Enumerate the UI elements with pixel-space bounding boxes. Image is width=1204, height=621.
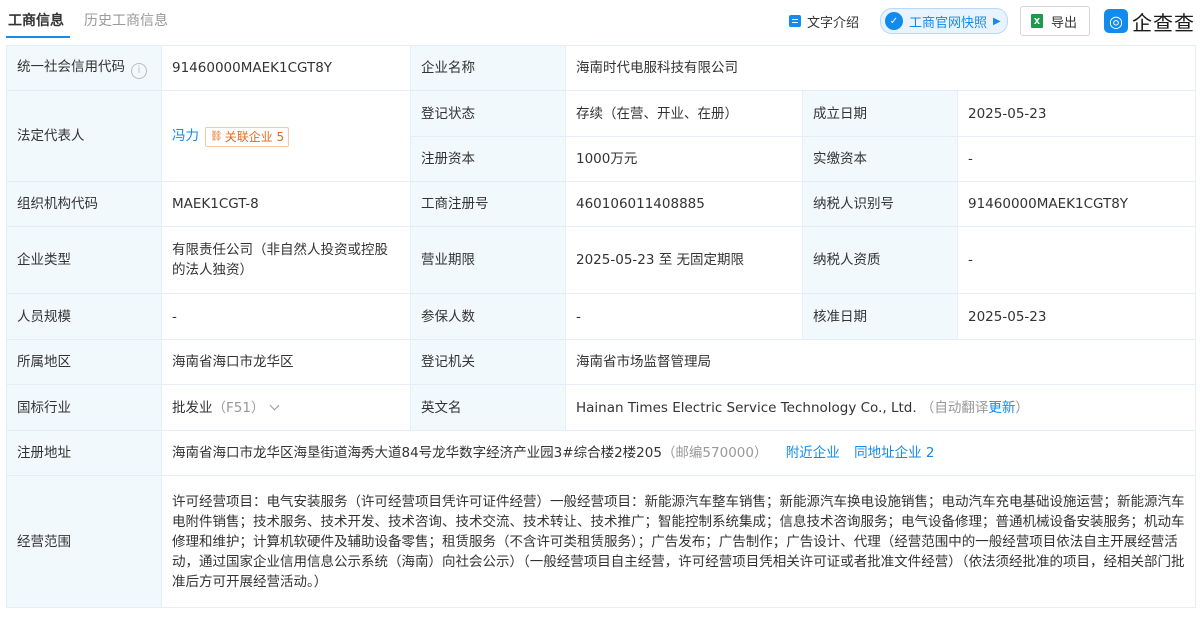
export-label: 导出 xyxy=(1051,15,1078,31)
taxpayer-qual-label: 纳税人资质 xyxy=(802,226,958,294)
approval-date-value: 2025-05-23 xyxy=(957,293,1196,340)
industry-value[interactable]: 批发业（F51） xyxy=(161,384,411,431)
company-name-value: 海南时代电服科技有限公司 xyxy=(565,45,1196,91)
snapshot-button[interactable]: ✓ 工商官网快照 ▶ xyxy=(880,6,1008,36)
qcc-logo[interactable]: ◎ 企查查 xyxy=(1104,6,1195,36)
tab-business-info[interactable]: 工商信息 xyxy=(8,12,64,30)
business-term-value: 2025-05-23 至 无固定期限 xyxy=(565,226,803,294)
tab-history-business-info[interactable]: 历史工商信息 xyxy=(84,12,168,30)
snapshot-label: 工商官网快照 xyxy=(909,15,988,31)
approval-date-label: 核准日期 xyxy=(802,293,958,340)
document-icon xyxy=(789,15,801,27)
nearby-companies-link[interactable]: 附近企业 xyxy=(786,445,840,461)
english-name-label: 英文名 xyxy=(410,384,566,431)
industry-label: 国标行业 xyxy=(6,384,162,431)
staff-size-label: 人员规模 xyxy=(6,293,162,340)
reg-capital-label: 注册资本 xyxy=(410,136,566,182)
business-scope-label: 经营范围 xyxy=(6,475,162,608)
reg-authority-label: 登记机关 xyxy=(410,339,566,385)
table-row: 经营范围 许可经营项目：电气安装服务（许可经营项目凭许可证件经营）一般经营项目：… xyxy=(6,475,1196,608)
text-intro-label: 文字介绍 xyxy=(807,15,860,31)
same-address-link[interactable]: 同地址企业 2 xyxy=(854,445,934,461)
credit-code-value: 91460000MAEK1CGT8Y xyxy=(161,45,411,91)
paid-capital-value: - xyxy=(957,136,1196,182)
reg-address-label: 注册地址 xyxy=(6,430,162,476)
taxpayer-qual-value: - xyxy=(957,226,1196,294)
industry-code: （F51） xyxy=(212,399,265,416)
logo-text: 企查查 xyxy=(1132,10,1195,35)
region-value: 海南省海口市龙华区 xyxy=(161,339,411,385)
reg-status-value: 存续（在营、开业、在册） xyxy=(565,90,803,137)
chevron-down-icon[interactable] xyxy=(270,400,280,410)
snapshot-icon: ✓ xyxy=(885,12,903,30)
reg-capital-value: 1000万元 xyxy=(565,136,803,182)
org-code-label: 组织机构代码 xyxy=(6,181,162,227)
taxpayer-id-value: 91460000MAEK1CGT8Y xyxy=(957,181,1196,227)
update-link[interactable]: 更新 xyxy=(988,400,1015,416)
legal-rep-link[interactable]: 冯力 xyxy=(172,128,199,144)
text-intro-button[interactable]: 文字介绍 xyxy=(789,6,859,36)
question-icon[interactable]: i xyxy=(131,63,147,79)
active-tab-indicator xyxy=(6,36,70,38)
table-row: 注册地址 海南省海口市龙华区海垦街道海秀大道84号龙华数字经济产业园3#综合楼2… xyxy=(6,430,1196,476)
legal-rep-label: 法定代表人 xyxy=(6,90,162,182)
qcc-logo-icon: ◎ xyxy=(1104,9,1128,33)
company-type-label: 企业类型 xyxy=(6,226,162,294)
chevron-right-icon: ▶ xyxy=(993,15,1001,27)
auto-translate-note: （自动翻译 xyxy=(920,399,989,416)
excel-icon: X xyxy=(1031,14,1043,28)
table-row: 所属地区 海南省海口市龙华区 登记机关 海南省市场监督管理局 xyxy=(6,339,1196,385)
established-value: 2025-05-23 xyxy=(957,90,1196,137)
company-name-label: 企业名称 xyxy=(410,45,566,91)
reg-status-label: 登记状态 xyxy=(410,90,566,137)
established-label: 成立日期 xyxy=(802,90,958,137)
taxpayer-id-label: 纳税人识别号 xyxy=(802,181,958,227)
credit-code-label: 统一社会信用代码 i xyxy=(6,45,162,91)
export-button[interactable]: X 导出 xyxy=(1020,6,1091,36)
related-company-icon: ⛓ xyxy=(210,130,223,142)
table-row: 企业类型 有限责任公司（非自然人投资或控股的法人独资） 营业期限 2025-05… xyxy=(6,226,1196,294)
paid-capital-label: 实缴资本 xyxy=(802,136,958,182)
table-row: 组织机构代码 MAEK1CGT-8 工商注册号 460106011408885 … xyxy=(6,181,1196,227)
table-row: 人员规模 - 参保人数 - 核准日期 2025-05-23 xyxy=(6,293,1196,340)
reg-no-label: 工商注册号 xyxy=(410,181,566,227)
english-name-text: Hainan Times Electric Service Technology… xyxy=(576,399,917,416)
auto-translate-close: ） xyxy=(1015,399,1029,416)
table-row: 统一社会信用代码 i 91460000MAEK1CGT8Y 企业名称 海南时代电服… xyxy=(6,45,1196,91)
table-row: 国标行业 批发业（F51） 英文名 Hainan Times Electric … xyxy=(6,384,1196,431)
business-term-label: 营业期限 xyxy=(410,226,566,294)
reg-address-value: 海南省海口市龙华区海垦街道海秀大道84号龙华数字经济产业园3#综合楼2楼205（… xyxy=(161,430,1196,476)
english-name-value: Hainan Times Electric Service Technology… xyxy=(565,384,1196,431)
business-scope-value: 许可经营项目：电气安装服务（许可经营项目凭许可证件经营）一般经营项目：新能源汽车… xyxy=(161,475,1196,608)
insured-label: 参保人数 xyxy=(410,293,566,340)
industry-name: 批发业 xyxy=(172,399,213,416)
postcode: （邮编570000） xyxy=(661,445,768,461)
reg-authority-value: 海南省市场监督管理局 xyxy=(565,339,1196,385)
staff-size-value: - xyxy=(161,293,411,340)
table-row: 法定代表人 冯力 ⛓ 关联企业 5 登记状态 存续（在营、开业、在册） 成立日期 2… xyxy=(6,90,1196,182)
org-code-value: MAEK1CGT-8 xyxy=(161,181,411,227)
related-company-badge[interactable]: ⛓ 关联企业 5 xyxy=(205,126,290,147)
reg-no-value: 460106011408885 xyxy=(565,181,803,227)
top-bar: 工商信息 历史工商信息 文字介绍 ✓ 工商官网快照 ▶ X 导出 ◎ 企查查 xyxy=(0,0,1204,40)
company-type-value: 有限责任公司（非自然人投资或控股的法人独资） xyxy=(161,226,411,294)
business-info-table: 统一社会信用代码 i 91460000MAEK1CGT8Y 企业名称 海南时代电服… xyxy=(6,45,1196,608)
region-label: 所属地区 xyxy=(6,339,162,385)
reg-address-text: 海南省海口市龙华区海垦街道海秀大道84号龙华数字经济产业园3#综合楼2楼205 xyxy=(172,445,662,461)
legal-rep-value: 冯力 ⛓ 关联企业 5 xyxy=(161,90,411,182)
insured-value: - xyxy=(565,293,803,340)
